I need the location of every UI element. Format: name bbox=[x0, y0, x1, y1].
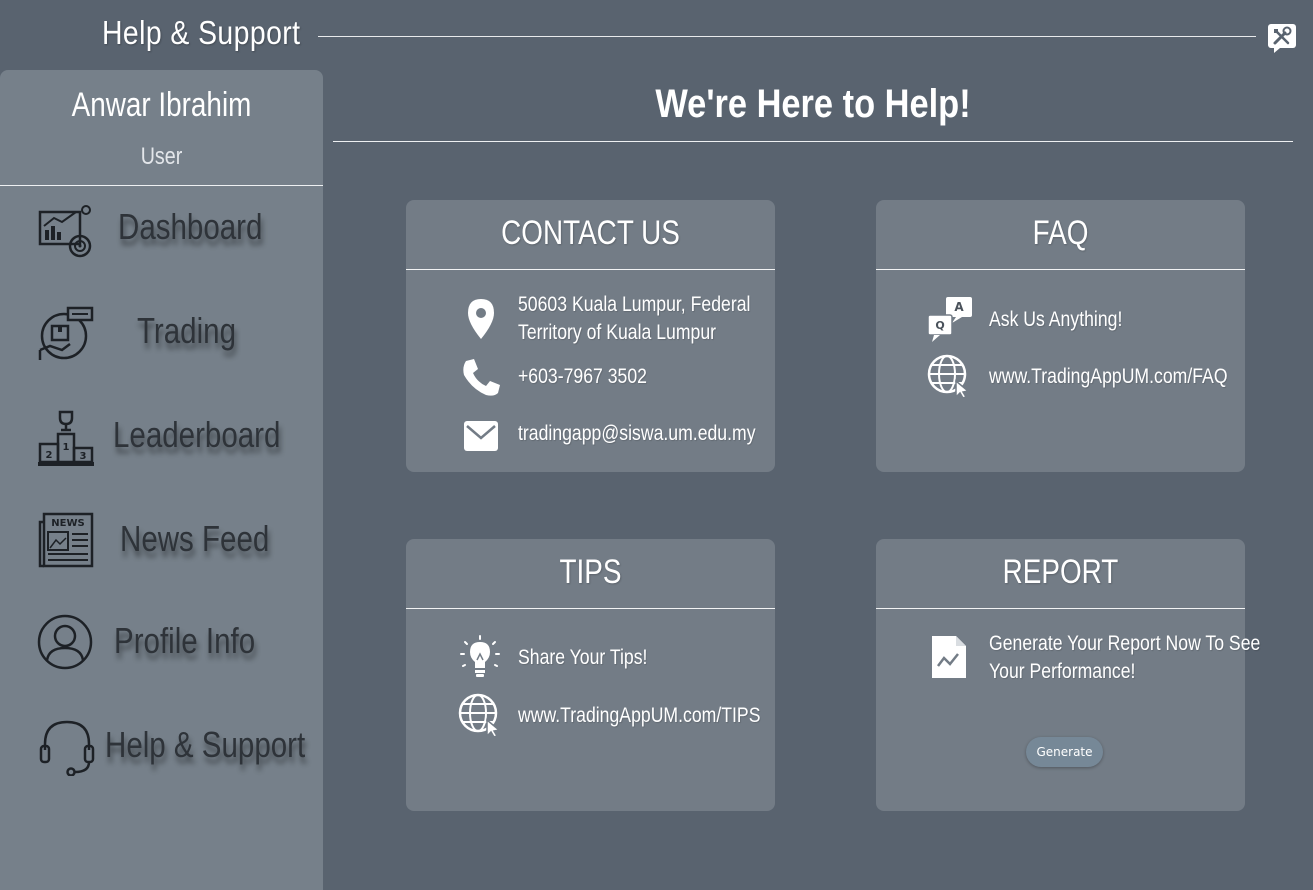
tips-card: TIPS Share Your Tips! www.TradingAppUM.c… bbox=[406, 539, 775, 811]
card-title: TIPS bbox=[559, 553, 622, 591]
user-name: Anwar Ibrahim bbox=[71, 86, 252, 124]
card-header: CONTACT US bbox=[406, 200, 775, 270]
sidebar-item-trading[interactable]: Trading bbox=[0, 294, 323, 384]
report-card: REPORT Generate Your Report Now To See Y… bbox=[876, 539, 1260, 811]
address-line-1: 50603 Kuala Lumpur, Federal bbox=[518, 293, 751, 316]
email-icon bbox=[464, 421, 498, 451]
sidebar-item-label: Profile Info bbox=[114, 620, 256, 661]
sidebar-item-leaderboard[interactable]: 1 2 3 Leaderboard bbox=[0, 398, 323, 488]
sidebar-divider bbox=[0, 185, 323, 186]
card-title: FAQ bbox=[1032, 214, 1089, 252]
tips-link[interactable]: www.TradingAppUM.com/TIPS bbox=[518, 702, 760, 730]
globe-icon bbox=[458, 693, 501, 738]
card-header: FAQ bbox=[876, 200, 1245, 270]
svg-text:2: 2 bbox=[46, 450, 53, 461]
contact-card: CONTACT US 50603 Kuala Lumpur, Federal T… bbox=[406, 200, 775, 472]
dashboard-icon bbox=[38, 205, 92, 258]
user-role: User bbox=[140, 143, 183, 170]
title-divider bbox=[318, 36, 1256, 37]
faq-link[interactable]: www.TradingAppUM.com/FAQ bbox=[989, 363, 1228, 391]
card-title: CONTACT US bbox=[501, 214, 680, 252]
tools-icon[interactable] bbox=[1266, 22, 1298, 54]
headset-icon bbox=[39, 720, 95, 776]
faq-card: FAQ A Q Ask Us Anything! www.TradingAppU… bbox=[876, 200, 1245, 472]
svg-text:Q: Q bbox=[935, 319, 944, 332]
card-header: TIPS bbox=[406, 539, 775, 609]
window-title: Help & Support bbox=[102, 14, 301, 51]
podium-icon: 1 2 3 bbox=[38, 410, 94, 466]
qa-chat-icon: A Q bbox=[927, 297, 972, 342]
report-document-icon bbox=[932, 636, 966, 678]
location-pin-icon bbox=[468, 299, 494, 339]
trading-icon bbox=[38, 306, 94, 360]
newspaper-icon: NEWS bbox=[38, 512, 94, 568]
svg-text:3: 3 bbox=[80, 451, 87, 462]
report-line-2: Your Performance! bbox=[989, 660, 1136, 683]
card-title: REPORT bbox=[1002, 553, 1119, 591]
sidebar-item-label: Help & Support bbox=[105, 724, 306, 765]
report-line-1: Generate Your Report Now To See bbox=[989, 632, 1261, 655]
sidebar-item-help-support[interactable]: Help & Support bbox=[0, 708, 323, 798]
profile-icon bbox=[37, 614, 93, 670]
generate-button[interactable]: Generate bbox=[1026, 737, 1103, 767]
svg-text:1: 1 bbox=[63, 442, 70, 453]
phone-number: +603-7967 3502 bbox=[518, 365, 647, 388]
faq-prompt: Ask Us Anything! bbox=[989, 308, 1123, 331]
title-divider bbox=[333, 141, 1293, 142]
card-header: REPORT bbox=[876, 539, 1245, 609]
sidebar-item-dashboard[interactable]: Dashboard bbox=[0, 190, 323, 280]
svg-text:A: A bbox=[954, 300, 964, 314]
sidebar-item-news-feed[interactable]: NEWS News Feed bbox=[0, 502, 323, 592]
page-title: We're Here to Help! bbox=[655, 82, 971, 126]
tips-prompt: Share Your Tips! bbox=[518, 646, 648, 669]
sidebar-item-label: News Feed bbox=[120, 518, 270, 559]
lightbulb-icon bbox=[460, 635, 500, 677]
sidebar-item-label: Leaderboard bbox=[113, 414, 281, 455]
sidebar-item-label: Trading bbox=[137, 310, 237, 351]
svg-text:NEWS: NEWS bbox=[51, 518, 84, 529]
phone-icon bbox=[463, 359, 500, 396]
address-line-2: Territory of Kuala Lumpur bbox=[518, 321, 717, 344]
sidebar-item-label: Dashboard bbox=[118, 206, 263, 247]
globe-icon bbox=[927, 354, 970, 399]
email-link[interactable]: tradingapp@siswa.um.edu.my bbox=[518, 420, 756, 448]
sidebar-item-profile-info[interactable]: Profile Info bbox=[0, 604, 323, 694]
